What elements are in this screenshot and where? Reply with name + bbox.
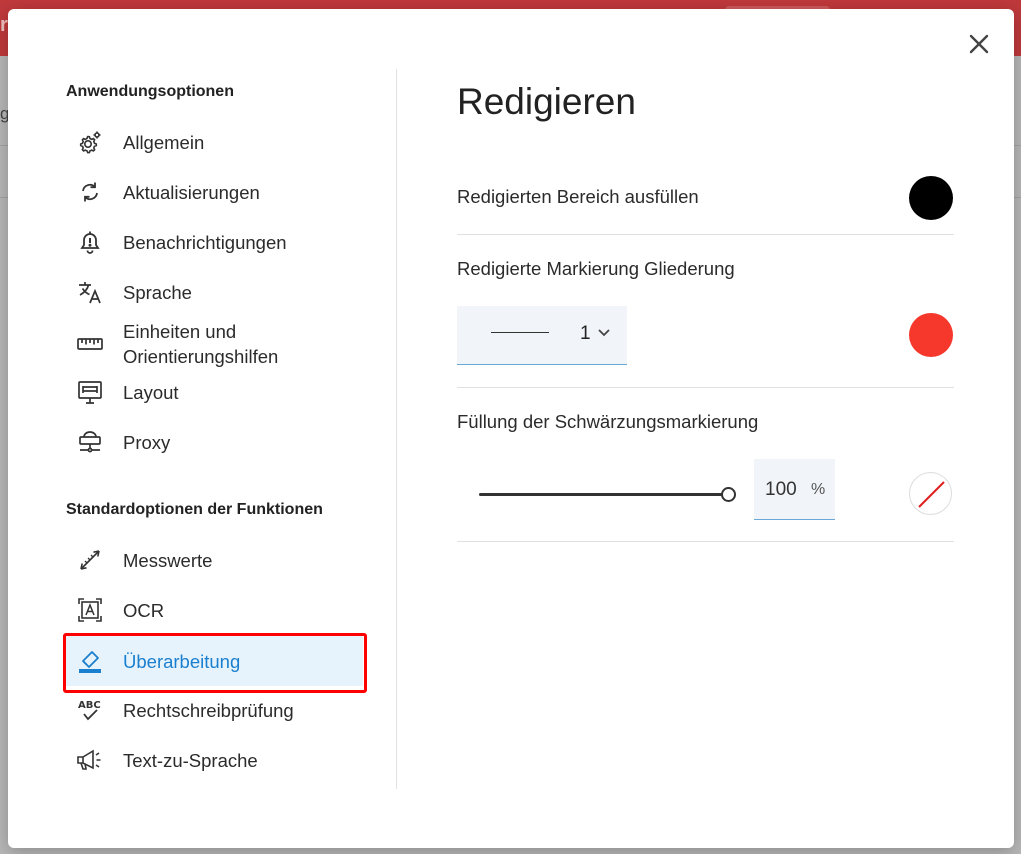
page-title: Redigieren	[457, 81, 636, 122]
sidebar-item-label: Allgemein	[123, 131, 205, 153]
megaphone-icon	[76, 746, 104, 774]
refresh-icon	[76, 178, 104, 206]
row-divider	[457, 387, 954, 388]
measure-icon	[76, 546, 104, 574]
fill-redacted-area-label: Redigierten Bereich ausfüllen	[457, 186, 699, 207]
sidebar-item-text-to-speech[interactable]: Text-zu-Sprache	[63, 735, 363, 785]
proxy-icon	[76, 428, 104, 456]
chevron-down-icon	[598, 329, 610, 337]
sidebar-item-label: OCR	[123, 599, 165, 621]
opacity-slider-thumb[interactable]	[721, 487, 736, 502]
marker-fill-label: Füllung der Schwärzungsmarkierung	[457, 411, 759, 432]
sidebar-item-proxy[interactable]: Proxy	[63, 417, 363, 467]
sidebar-item-label: Messwerte	[123, 549, 213, 571]
row-divider	[457, 234, 954, 235]
outline-label: Redigierte Markierung Gliederung	[457, 258, 735, 279]
sidebar-item-label: Text-zu-Sprache	[123, 749, 258, 771]
line-preview	[491, 332, 549, 333]
opacity-input[interactable]: 100 %	[754, 459, 835, 520]
section-title-feature-defaults: Standardoptionen der Funktionen	[66, 501, 323, 518]
svg-text:ABC: ABC	[78, 700, 101, 711]
settings-dialog: Anwendungsoptionen Allgemein Aktualisier…	[8, 9, 1014, 848]
gear-icon	[76, 128, 104, 156]
opacity-slider-track[interactable]	[479, 493, 728, 496]
sidebar-item-units[interactable]: Einheiten und Orientierungshilfen	[63, 317, 363, 371]
percent-unit: %	[811, 481, 826, 498]
bell-icon	[76, 228, 104, 256]
fill-color-swatch[interactable]	[909, 176, 953, 220]
close-button[interactable]	[966, 31, 992, 57]
sidebar-item-label: Sprache	[123, 281, 192, 303]
sidebar-item-notifications[interactable]: Benachrichtigungen	[63, 217, 363, 267]
layout-icon	[76, 378, 104, 406]
ruler-icon	[76, 330, 104, 358]
sidebar-item-measurements[interactable]: Messwerte	[63, 535, 363, 585]
close-icon	[969, 34, 989, 54]
no-color-icon	[918, 481, 945, 508]
outline-width-select[interactable]: 1	[457, 306, 627, 365]
sidebar-item-spellcheck[interactable]: ABC Rechtschreibprüfung	[63, 685, 363, 735]
sidebar-item-layout[interactable]: Layout	[63, 367, 363, 417]
outline-width-value: 1	[580, 323, 591, 344]
sidebar-item-updates[interactable]: Aktualisierungen	[63, 167, 363, 217]
outline-color-swatch[interactable]	[909, 313, 953, 357]
sidebar-item-ocr[interactable]: OCR	[63, 585, 363, 635]
sidebar-item-label: Rechtschreibprüfung	[123, 699, 294, 721]
section-title-application-options: Anwendungsoptionen	[66, 83, 234, 100]
opacity-value: 100	[765, 479, 797, 500]
sidebar-item-general[interactable]: Allgemein	[63, 117, 363, 167]
panel-divider	[396, 69, 397, 789]
sidebar-item-label: Proxy	[123, 431, 171, 453]
translate-icon	[76, 278, 104, 306]
spellcheck-icon: ABC	[76, 696, 104, 724]
row-divider	[457, 541, 954, 542]
sidebar-item-label: Layout	[123, 381, 179, 403]
ocr-icon	[76, 596, 104, 624]
sidebar-item-label: Aktualisierungen	[123, 181, 260, 203]
sidebar-item-language[interactable]: Sprache	[63, 267, 363, 317]
app-partial-title: r	[0, 14, 8, 36]
highlight-outline	[63, 633, 367, 693]
marker-fill-color-swatch[interactable]	[909, 472, 952, 515]
sidebar-item-label: Benachrichtigungen	[123, 231, 287, 253]
sidebar-item-label: Einheiten und Orientierungshilfen	[123, 321, 279, 367]
